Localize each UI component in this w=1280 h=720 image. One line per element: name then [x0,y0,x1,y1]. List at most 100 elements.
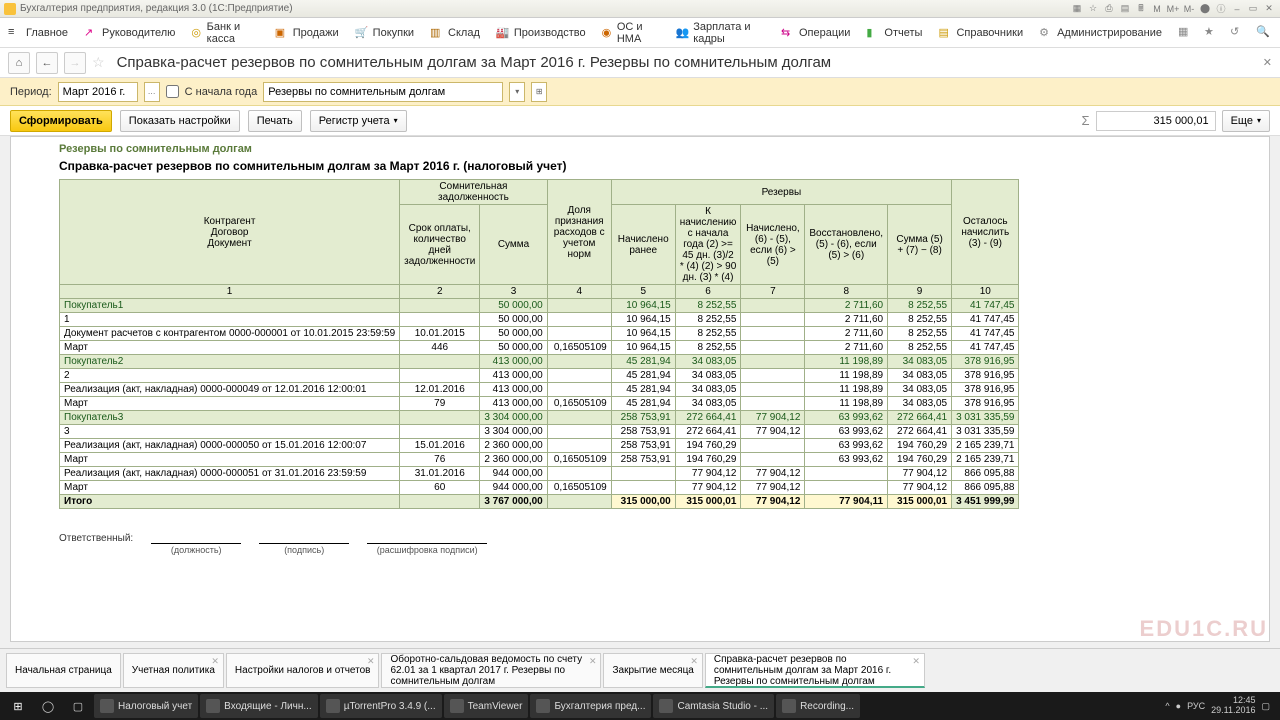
menu-item[interactable]: ▥Склад [430,26,480,40]
taskbar-button[interactable]: µTorrentPro 3.4.9 (... [320,694,442,718]
back-button[interactable]: ← [36,52,58,74]
tray-icon[interactable]: ● [1176,701,1181,711]
table-row[interactable]: Покупатель2413 000,0045 281,9434 083,051… [60,355,1019,369]
cell: 866 095,88 [952,467,1019,481]
table-row[interactable]: Покупатель33 304 000,00258 753,91272 664… [60,411,1019,425]
from-year-checkbox[interactable] [166,85,179,98]
forward-button[interactable]: → [64,52,86,74]
dropdown-icon[interactable]: ▾ [509,82,525,102]
menu-item[interactable]: 👥Зарплата и кадры [676,21,765,45]
sum-field[interactable] [1096,111,1216,131]
col-number: 2 [400,285,480,299]
minimize-icon[interactable]: – [1230,2,1244,16]
page-tab[interactable]: Настройки налогов и отчетов✕ [226,653,380,688]
menu-item[interactable]: ◎Банк и касса [191,21,258,45]
tool-icon[interactable]: ☆ [1086,2,1100,16]
clock[interactable]: 12:4529.11.2016 [1211,696,1255,716]
menu-item[interactable]: ◉ОС и НМА [602,21,660,45]
favorite-icon[interactable]: ☆ [92,54,105,71]
table-row[interactable]: Март60944 000,000,1650510977 904,1277 90… [60,481,1019,495]
star-icon[interactable]: ★ [1204,25,1220,41]
grid-icon[interactable]: ▦ [1178,25,1194,41]
close-page-icon[interactable]: ✕ [1263,56,1272,69]
menu-item[interactable]: ▮Отчеты [866,26,922,40]
generate-button[interactable]: Сформировать [10,110,112,132]
menu-item[interactable]: ⇆Операции [781,26,850,40]
taskbar-label: µTorrentPro 3.4.9 (... [344,701,436,712]
menu-item[interactable]: ▤Справочники [938,26,1023,40]
search-icon[interactable]: 🔍 [1256,25,1272,41]
period-picker-button[interactable]: … [144,82,160,102]
page-tab[interactable]: Справка-расчет резервов по сомнительным … [705,653,925,688]
help-icon[interactable]: ⓘ [1214,2,1228,16]
maximize-icon[interactable]: ▭ [1246,2,1260,16]
close-icon[interactable]: ✕ [367,656,375,667]
tool-icon[interactable]: ⬤ [1198,2,1212,16]
cell: Март [60,341,400,355]
report-type-select[interactable] [263,82,503,102]
cell: 866 095,88 [952,481,1019,495]
cell: 258 753,91 [611,411,675,425]
start-button[interactable]: ⊞ [4,694,32,718]
sigma-icon: Σ [1082,113,1090,128]
page-tab[interactable]: Начальная страница [6,653,121,688]
menu-item[interactable]: ⚙Администрирование [1039,26,1162,40]
tool-icon[interactable]: M- [1182,2,1196,16]
close-icon[interactable]: ✕ [1262,2,1276,16]
history-icon[interactable]: ↺ [1230,25,1246,41]
tray-up-icon[interactable]: ^ [1165,701,1169,711]
close-icon[interactable]: ✕ [589,656,597,667]
period-input[interactable] [58,82,138,102]
cell: 2 360 000,00 [480,439,547,453]
taskbar-button[interactable]: TeamViewer [444,694,529,718]
tool-icon[interactable]: ⎙ [1102,2,1116,16]
search-icon[interactable]: ◯ [34,694,62,718]
table-row[interactable]: Март762 360 000,000,16505109258 753,9119… [60,453,1019,467]
table-row[interactable]: Реализация (акт, накладная) 0000-000051 … [60,467,1019,481]
table-row[interactable]: Март79413 000,000,1650510945 281,9434 08… [60,397,1019,411]
page-tab[interactable]: Учетная политика✕ [123,653,224,688]
close-icon[interactable]: ✕ [690,656,698,667]
th: Восстановлено, (5) - (6), если (5) > (6) [805,205,888,285]
print-button[interactable]: Печать [248,110,302,132]
more-button[interactable]: Еще▾ [1222,110,1270,132]
taskbar-button[interactable]: Бухгалтерия пред... [530,694,651,718]
taskbar-button[interactable]: Recording... [776,694,860,718]
page-tab[interactable]: Закрытие месяца✕ [603,653,702,688]
total-label: Итого [60,495,400,509]
taskbar-button[interactable]: Camtasia Studio - ... [653,694,774,718]
cell: 413 000,00 [480,355,547,369]
table-row[interactable]: 2413 000,0045 281,9434 083,0511 198,8934… [60,369,1019,383]
show-settings-button[interactable]: Показать настройки [120,110,240,132]
table-row[interactable]: Реализация (акт, накладная) 0000-000049 … [60,383,1019,397]
cell: 10 964,15 [611,299,675,313]
tool-icon[interactable]: ▦ [1070,2,1084,16]
menu-item[interactable]: 🏭Производство [496,26,586,40]
table-row[interactable]: 150 000,0010 964,158 252,552 711,608 252… [60,313,1019,327]
tool-icon[interactable]: ▤ [1118,2,1132,16]
table-row[interactable]: 33 304 000,00258 753,91272 664,4177 904,… [60,425,1019,439]
taskbar-button[interactable]: Налоговый учет [94,694,198,718]
table-row[interactable]: Документ расчетов с контрагентом 0000-00… [60,327,1019,341]
tool-icon[interactable]: M+ [1166,2,1180,16]
table-row[interactable]: Реализация (акт, накладная) 0000-000050 … [60,439,1019,453]
taskbar-button[interactable]: Входящие - Личн... [200,694,318,718]
close-icon[interactable]: ✕ [211,656,219,667]
close-icon[interactable]: ✕ [912,656,920,667]
cell: 63 993,62 [805,425,888,439]
menu-burger[interactable]: ≡Главное [8,26,68,40]
page-tab[interactable]: Оборотно-сальдовая ведомость по счету 62… [381,653,601,688]
tool-icon[interactable]: 🖩 [1134,2,1148,16]
table-row[interactable]: Покупатель150 000,0010 964,158 252,552 7… [60,299,1019,313]
menu-item[interactable]: ▣Продажи [275,26,339,40]
menu-item[interactable]: 🛒Покупки [355,26,414,40]
table-row[interactable]: Март44650 000,000,1650510910 964,158 252… [60,341,1019,355]
home-button[interactable]: ⌂ [8,52,30,74]
taskview-icon[interactable]: ▢ [64,694,92,718]
lang-indicator[interactable]: РУС [1187,701,1205,711]
tool-icon[interactable]: M [1150,2,1164,16]
register-button[interactable]: Регистр учета▾ [310,110,407,132]
notifications-icon[interactable]: ▢ [1261,701,1270,712]
settings-icon[interactable]: ⊞ [531,82,547,102]
menu-item[interactable]: ↗Руководителю [84,26,175,40]
